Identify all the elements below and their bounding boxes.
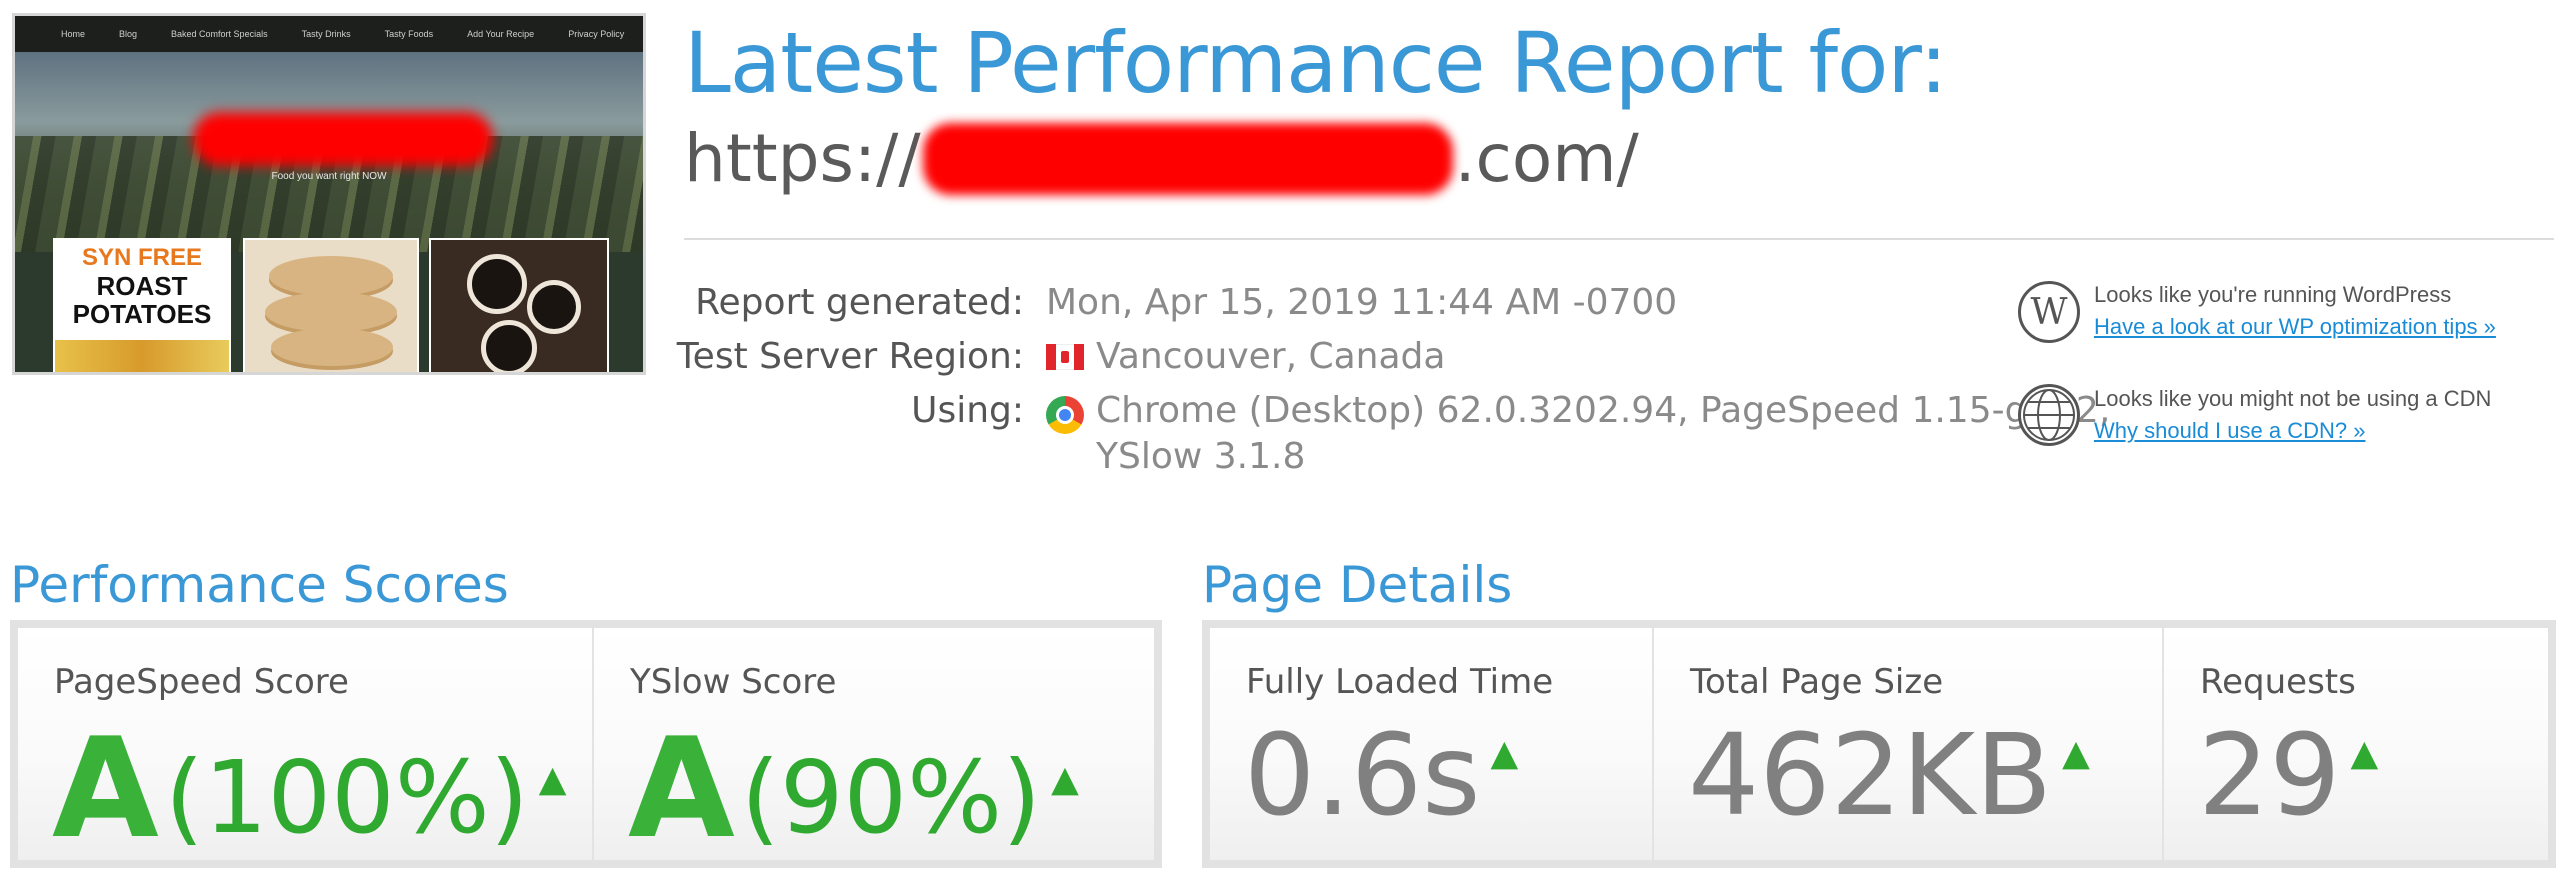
thumbnail-nav-item: Add Your Recipe	[467, 29, 535, 39]
region-value: Vancouver, Canada	[1096, 336, 1446, 377]
load-time-number: 0.6s	[1244, 711, 1481, 841]
cookie-shape	[265, 292, 397, 332]
wordpress-icon: W	[2018, 281, 2080, 343]
fully-loaded-time-cell: Fully Loaded Time 0.6s ▲	[1210, 628, 1652, 860]
fully-loaded-time-label: Fully Loaded Time	[1246, 662, 1554, 702]
header-divider	[684, 238, 2554, 240]
thumbnail-nav-item: Home	[61, 29, 86, 39]
thumbnail-nav-item: Tasty Foods	[384, 29, 434, 39]
thumbnail-card-potatoes: SYN FREE ROAST POTATOES	[53, 238, 231, 372]
region-label: Test Server Region:	[676, 336, 1024, 377]
thumbnail-nav-item: Blog	[119, 29, 138, 39]
thumbnail-card-oreo	[429, 238, 609, 372]
url-suffix: .com/	[1454, 120, 1639, 197]
oreo-shape	[527, 280, 581, 334]
using-value-line1: Chrome (Desktop) 62.0.3202.94, PageSpeed…	[1096, 390, 2111, 431]
oreo-shape	[467, 254, 527, 314]
globe-icon	[2018, 384, 2080, 446]
site-screenshot-thumbnail: Home Blog Baked Comfort Specials Tasty D…	[12, 13, 646, 375]
pagespeed-percent: (100%)	[164, 739, 529, 856]
pagespeed-score-cell: PageSpeed Score A (100%) ▲	[18, 628, 592, 860]
yslow-score-label: YSlow Score	[630, 662, 837, 702]
trend-up-icon: ▲	[1490, 733, 1519, 774]
oreo-shape	[481, 320, 537, 372]
card-food-photo	[55, 340, 229, 372]
yslow-grade: A	[628, 708, 735, 869]
chrome-icon	[1046, 396, 1084, 434]
total-page-size-value: 462KB ▲	[1688, 720, 2090, 832]
page-details-panel: Fully Loaded Time 0.6s ▲ Total Page Size…	[1202, 620, 2556, 868]
thumbnail-nav: Home Blog Baked Comfort Specials Tasty D…	[15, 16, 643, 52]
report-generated-value: Mon, Apr 15, 2019 11:44 AM -0700	[1046, 282, 1678, 323]
why-cdn-link[interactable]: Why should I use a CDN? »	[2094, 418, 2365, 444]
thumbnail-tagline: Food you want right NOW	[271, 171, 387, 182]
page-details-title: Page Details	[1202, 556, 1513, 614]
pagespeed-grade: A	[52, 708, 159, 869]
trend-up-icon: ▲	[2062, 733, 2090, 774]
fully-loaded-time-value: 0.6s ▲	[1244, 720, 1518, 832]
redacted-domain	[922, 122, 1453, 195]
performance-scores-panel: PageSpeed Score A (100%) ▲ YSlow Score A…	[10, 620, 1162, 868]
card-subheadline: ROAST	[96, 271, 188, 301]
redacted-site-name	[193, 112, 493, 166]
thumbnail-nav-item: Baked Comfort Specials	[171, 29, 268, 39]
trend-up-icon: ▲	[1051, 759, 1079, 800]
requests-number: 29	[2198, 711, 2341, 841]
requests-value: 29 ▲	[2198, 720, 2378, 832]
performance-scores-title: Performance Scores	[10, 556, 509, 614]
wp-optimization-tips-link[interactable]: Have a look at our WP optimization tips …	[2094, 314, 2496, 340]
url-prefix: https://	[684, 120, 921, 197]
page-title: Latest Performance Report for:	[684, 14, 1948, 112]
total-page-size-label: Total Page Size	[1690, 662, 1944, 702]
thumbnail-nav-item: Tasty Drinks	[301, 29, 351, 39]
using-value-line2: YSlow 3.1.8	[1096, 436, 1306, 477]
trend-up-icon: ▲	[538, 759, 567, 800]
yslow-score-cell: YSlow Score A (90%) ▲	[592, 628, 1154, 860]
card-subheadline: POTATOES	[72, 299, 212, 329]
globe-icon-graphic	[2023, 389, 2075, 441]
cookie-shape	[269, 256, 393, 296]
pagespeed-score-label: PageSpeed Score	[54, 662, 349, 702]
using-label: Using:	[911, 390, 1024, 431]
requests-cell: Requests 29 ▲	[2162, 628, 2548, 860]
card-headline: SYN FREE	[81, 244, 203, 271]
canada-flag-icon	[1046, 344, 1084, 370]
pagespeed-score-value: A (100%) ▲	[52, 720, 566, 858]
trend-up-icon: ▲	[2350, 733, 2379, 774]
cookie-shape	[271, 328, 393, 366]
cdn-notice-text: Looks like you might not be using a CDN	[2094, 386, 2492, 411]
tested-url: https:// .com/	[684, 120, 1639, 197]
page-size-number: 462KB	[1688, 711, 2053, 841]
thumbnail-card-cookies	[243, 238, 419, 372]
yslow-percent: (90%)	[740, 739, 1042, 856]
yslow-score-value: A (90%) ▲	[628, 720, 1079, 858]
wordpress-notice-text: Looks like you're running WordPress	[2094, 282, 2452, 307]
thumbnail-nav-item: Privacy Policy	[568, 29, 625, 39]
requests-label: Requests	[2200, 662, 2356, 702]
total-page-size-cell: Total Page Size 462KB ▲	[1652, 628, 2162, 860]
report-generated-label: Report generated:	[695, 282, 1024, 323]
